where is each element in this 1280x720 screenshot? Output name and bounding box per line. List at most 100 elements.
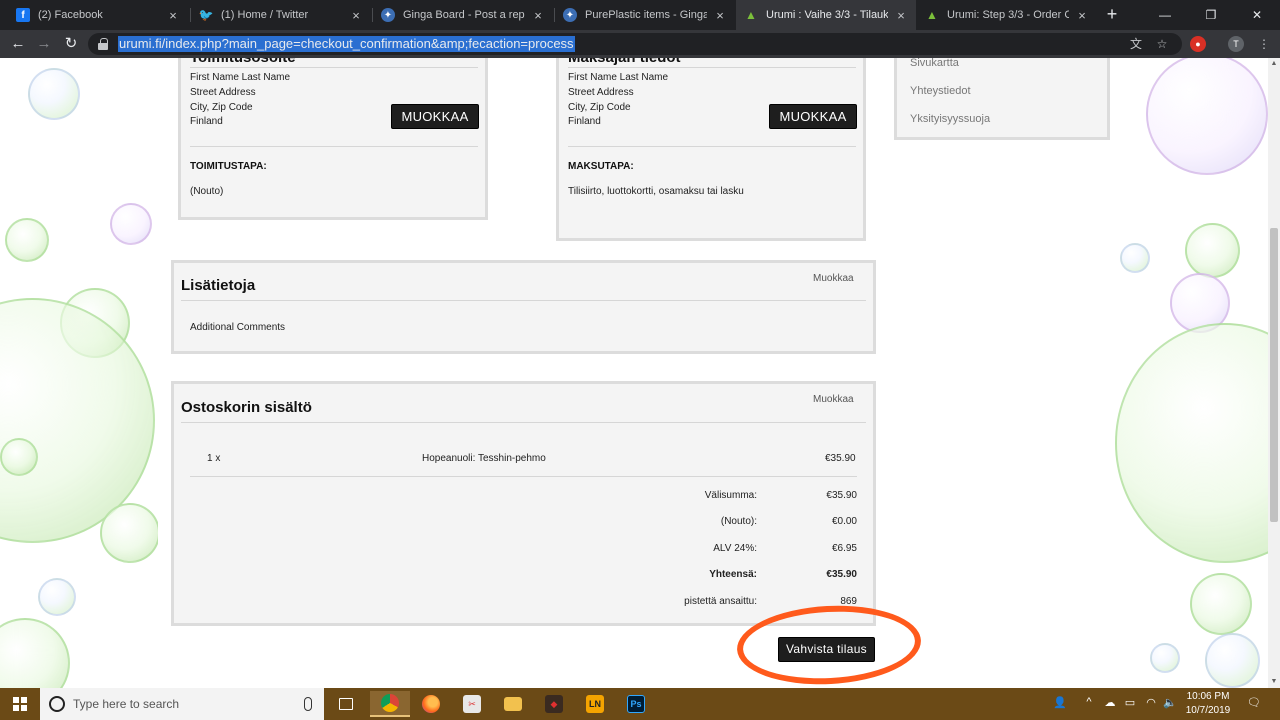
page-scrollbar[interactable]: ▲ ▼ bbox=[1268, 58, 1280, 688]
edit-billing-button[interactable]: MUOKKAA bbox=[769, 104, 857, 129]
taskbar-photoshop[interactable]: Ps bbox=[616, 691, 656, 717]
scroll-up-icon[interactable]: ▲ bbox=[1268, 58, 1280, 70]
search-placeholder: Type here to search bbox=[73, 697, 180, 711]
delivery-address-box: Toimitusosoite First Name Last Name Stre… bbox=[178, 58, 488, 220]
vat-value: €6.95 bbox=[831, 543, 857, 554]
taskbar-chrome[interactable] bbox=[370, 691, 410, 717]
bubble-decoration bbox=[1146, 58, 1268, 175]
sidebar-link-sitemap[interactable]: Sivukartta bbox=[910, 58, 959, 69]
comments-text: Additional Comments bbox=[190, 322, 286, 333]
scrollbar-thumb[interactable] bbox=[1270, 228, 1278, 522]
wifi-icon[interactable]: ◠ bbox=[1143, 696, 1159, 709]
bubble-decoration bbox=[1185, 223, 1240, 278]
tab-ginga-post[interactable]: ✦ Ginga Board - Post a reply × bbox=[373, 0, 553, 30]
payment-method-value: Tilisiirto, luottokortti, osamaksu tai l… bbox=[568, 186, 744, 197]
edit-delivery-button[interactable]: MUOKKAA bbox=[391, 104, 479, 129]
facebook-icon: f bbox=[16, 8, 30, 22]
back-button[interactable]: ← bbox=[8, 34, 28, 54]
taskbar-ln-app[interactable]: LN bbox=[575, 691, 615, 717]
bubble-decoration bbox=[0, 618, 70, 688]
notifications-icon[interactable]: 🗨 bbox=[1246, 696, 1262, 709]
bubble-decoration bbox=[5, 218, 49, 262]
star-icon[interactable]: ☆ bbox=[1154, 36, 1170, 52]
address-bar[interactable]: urumi.fi/index.php?main_page=checkout_co… bbox=[88, 33, 1182, 55]
sidebar-link-privacy[interactable]: Yksityisyyssuoja bbox=[910, 113, 990, 125]
bubble-decoration bbox=[38, 578, 76, 616]
taskbar-game[interactable]: ◆ bbox=[534, 691, 574, 717]
item-quantity: 1 x bbox=[207, 453, 221, 464]
menu-icon[interactable]: ⋮ bbox=[1256, 36, 1272, 52]
tab-facebook[interactable]: f (2) Facebook × bbox=[8, 0, 188, 30]
close-icon[interactable]: × bbox=[166, 8, 180, 23]
cloud-icon[interactable]: ☁ bbox=[1102, 696, 1118, 709]
extension-icon[interactable]: ● bbox=[1190, 36, 1206, 52]
close-icon[interactable]: × bbox=[531, 8, 545, 23]
shipping-label: (Nouto): bbox=[720, 516, 757, 527]
start-button[interactable] bbox=[0, 688, 40, 720]
volume-icon[interactable]: 🔈 bbox=[1162, 696, 1178, 709]
twitter-icon: 🐦 bbox=[198, 8, 214, 22]
microphone-icon[interactable] bbox=[304, 697, 312, 711]
close-window-button[interactable]: ✕ bbox=[1234, 0, 1280, 30]
bubble-decoration bbox=[110, 203, 152, 245]
taskbar-search[interactable]: Type here to search bbox=[40, 688, 324, 720]
battery-icon[interactable]: ▭ bbox=[1122, 696, 1138, 709]
maximize-button[interactable]: ❐ bbox=[1188, 0, 1234, 30]
main-content: Toimitusosoite First Name Last Name Stre… bbox=[158, 58, 1110, 688]
bubble-decoration bbox=[1115, 323, 1268, 563]
taskbar-clock[interactable]: 10:06 PM 10/7/2019 bbox=[1180, 690, 1236, 718]
cart-heading: Ostoskorin sisältö bbox=[181, 399, 312, 416]
task-view-icon bbox=[339, 698, 353, 710]
translate-icon[interactable]: 文 bbox=[1128, 36, 1144, 52]
tab-title: Ginga Board - Post a reply bbox=[403, 9, 525, 21]
item-price: €35.90 bbox=[825, 453, 856, 464]
total-label: Yhteensä: bbox=[709, 569, 757, 580]
delivery-method-value: (Nouto) bbox=[190, 186, 224, 197]
total-value: €35.90 bbox=[826, 569, 857, 580]
new-tab-button[interactable]: + bbox=[1102, 4, 1122, 24]
tab-title: (2) Facebook bbox=[38, 9, 103, 21]
chevron-up-icon[interactable]: ^ bbox=[1082, 696, 1096, 708]
tab-title: (1) Home / Twitter bbox=[221, 9, 309, 21]
bubble-decoration bbox=[28, 68, 80, 120]
delivery-city: City, Zip Code bbox=[190, 102, 253, 113]
close-icon[interactable]: × bbox=[894, 8, 908, 23]
urumi-icon: ▲ bbox=[745, 8, 757, 22]
minimize-button[interactable]: — bbox=[1142, 0, 1188, 30]
tab-urumi-fi[interactable]: ▲ Urumi : Vaihe 3/3 - Tilauksen × bbox=[736, 0, 916, 30]
bubble-decoration bbox=[1205, 633, 1260, 688]
payment-method-label: MAKSUTAPA: bbox=[568, 161, 634, 172]
url-text[interactable]: urumi.fi/index.php?main_page=checkout_co… bbox=[118, 36, 575, 52]
bubble-decoration bbox=[1150, 643, 1180, 673]
task-view-button[interactable] bbox=[326, 691, 366, 717]
delivery-name: First Name Last Name bbox=[190, 72, 291, 83]
sidebar-link-contact[interactable]: Yhteystiedot bbox=[910, 85, 971, 97]
item-name: Hopeanuoli: Tesshin-pehmo bbox=[422, 453, 546, 464]
browser-tab-bar: f (2) Facebook × 🐦 (1) Home / Twitter × … bbox=[0, 0, 1280, 30]
edit-cart-link[interactable]: Muokkaa bbox=[813, 394, 854, 405]
close-icon[interactable]: × bbox=[349, 8, 363, 23]
close-icon[interactable]: × bbox=[1075, 8, 1089, 23]
taskbar-firefox[interactable] bbox=[411, 691, 451, 717]
points-label: pistettä ansaittu: bbox=[684, 596, 757, 607]
tab-urumi-en[interactable]: ▲ Urumi: Step 3/3 - Order Conf × bbox=[917, 0, 1097, 30]
close-icon[interactable]: × bbox=[713, 8, 727, 23]
vat-label: ALV 24%: bbox=[713, 543, 757, 554]
taskbar-file-explorer[interactable] bbox=[493, 691, 533, 717]
people-icon[interactable]: 👤 bbox=[1052, 696, 1068, 709]
forward-button[interactable]: → bbox=[34, 34, 54, 54]
taskbar-snip[interactable]: ✂ bbox=[452, 691, 492, 717]
clock-date: 10/7/2019 bbox=[1185, 705, 1231, 716]
edit-comments-link[interactable]: Muokkaa bbox=[813, 273, 854, 284]
avatar[interactable]: T bbox=[1228, 36, 1244, 52]
reload-button[interactable]: ↻ bbox=[61, 34, 81, 54]
windows-taskbar: Type here to search ✂ ◆ LN Ps 👤 ^ ☁ ▭ ◠ … bbox=[0, 688, 1280, 720]
subtotal-value: €35.90 bbox=[826, 490, 857, 501]
firefox-icon bbox=[422, 695, 440, 713]
tab-ginga-items[interactable]: ✦ PurePlastic items - Ginga Boa × bbox=[555, 0, 735, 30]
bubble-decoration bbox=[100, 503, 160, 563]
tab-twitter[interactable]: 🐦 (1) Home / Twitter × bbox=[191, 0, 371, 30]
windows-logo-icon bbox=[13, 697, 27, 711]
subtotal-label: Välisumma: bbox=[704, 490, 757, 501]
scroll-down-icon[interactable]: ▼ bbox=[1268, 676, 1280, 688]
